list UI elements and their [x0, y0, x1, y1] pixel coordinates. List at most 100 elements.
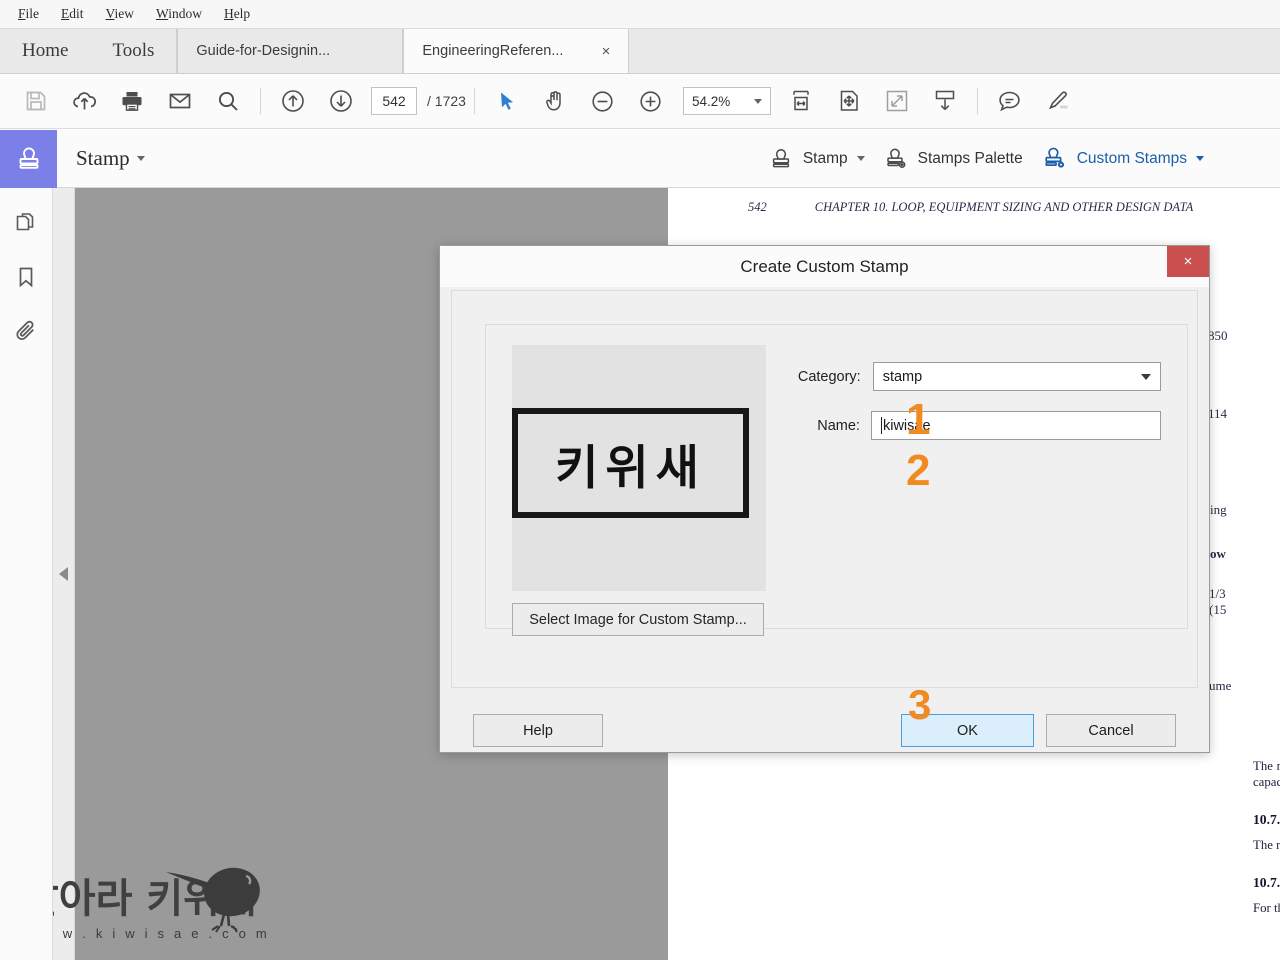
attachment-icon[interactable]: [9, 314, 43, 348]
document-tab-guide[interactable]: Guide-for-Designin...: [177, 29, 404, 73]
comment-icon[interactable]: [986, 80, 1034, 122]
bookmark-icon[interactable]: [9, 260, 43, 294]
toolbar-divider-3: [976, 88, 978, 114]
full-screen-icon[interactable]: [873, 80, 921, 122]
email-icon[interactable]: [156, 80, 204, 122]
menu-item-edit[interactable]: Edit: [51, 3, 94, 25]
stamps-palette-button[interactable]: Stamps Palette: [883, 146, 1023, 172]
stamp-preview: 키위새: [512, 345, 766, 591]
zoom-level-value: 54.2%: [691, 93, 731, 109]
create-custom-stamp-dialog: Create Custom Stamp × 키위새 Select Image f…: [439, 245, 1210, 753]
text-caret: [880, 417, 882, 434]
page-number-value: 542: [382, 93, 406, 109]
fit-width-icon[interactable]: [777, 80, 825, 122]
document-tab-label: Guide-for-Designin...: [196, 43, 331, 59]
chevron-down-icon: [753, 98, 762, 104]
custom-stamps-button[interactable]: Custom Stamps: [1041, 145, 1204, 172]
nav-button-tools[interactable]: Tools: [90, 29, 177, 73]
page-total-label: / 1723: [427, 93, 466, 109]
doc-paragraph: For the heat pump the resistive defrost …: [1253, 900, 1280, 916]
zoom-out-icon[interactable]: [579, 80, 627, 122]
stamp-preview-image: 키위새: [512, 408, 749, 518]
stamp-tool-icon[interactable]: [0, 129, 57, 188]
toolbar-divider: [260, 88, 261, 114]
doc-paragraph-text: The rated total cooling capacity, low sp…: [1253, 759, 1280, 790]
stamp-actions: Stamp Stamps Palette Custom Stamps: [768, 145, 1280, 172]
chevron-down-icon: [1141, 373, 1151, 380]
chevron-down-icon: [136, 156, 145, 161]
menu-item-file[interactable]: File: [8, 3, 49, 25]
document-tab-engineering-reference[interactable]: EngineeringReferen... ×: [403, 29, 630, 73]
text-fragment: ume: [1209, 678, 1232, 693]
page-number-label: 542: [748, 200, 767, 214]
zoom-in-icon[interactable]: [627, 80, 675, 122]
search-icon[interactable]: [204, 80, 252, 122]
chevron-down-icon: [1196, 156, 1204, 161]
text-fragment: ing: [1210, 502, 1227, 517]
page-number-input[interactable]: 542: [371, 87, 417, 115]
text-fragment: ow: [1210, 546, 1226, 561]
stamp-panel-title[interactable]: Stamp: [76, 146, 145, 171]
toolbar-divider-2: [473, 88, 475, 114]
doc-heading-number: 10.7.12.16: [1253, 875, 1280, 890]
stamp-button[interactable]: Stamp: [768, 146, 865, 172]
name-value: kiwisae: [882, 417, 931, 434]
menu-item-window[interactable]: Window: [146, 3, 212, 25]
stamp-preview-text: 키위새: [555, 440, 706, 496]
custom-stamps-label: Custom Stamps: [1076, 149, 1187, 167]
text-fragment: 114: [1208, 406, 1228, 421]
select-image-button[interactable]: Select Image for Custom Stamp...: [512, 603, 764, 636]
page-running-head: 542 CHAPTER 10. LOOP, EQUIPMENT SIZING A…: [668, 200, 1280, 215]
close-icon[interactable]: ×: [602, 43, 611, 60]
text-fragment: 1/3: [1209, 586, 1226, 601]
document-tab-label: EngineeringReferen...: [422, 43, 564, 59]
category-value: stamp: [882, 368, 923, 385]
close-icon[interactable]: ×: [1167, 246, 1209, 277]
pdf-reader-window: File Edit View Window Help Home Tools Gu…: [0, 0, 1280, 960]
doc-heading-number: 10.7.12.15: [1253, 812, 1280, 827]
tab-strip: Home Tools Guide-for-Designin... Enginee…: [0, 29, 1280, 74]
page-thumbnails-icon[interactable]: [9, 206, 43, 240]
stamps-palette-label: Stamps Palette: [917, 149, 1023, 167]
dialog-body: 키위새 Select Image for Custom Stamp... Cat…: [440, 287, 1209, 752]
menu-bar: File Edit View Window Help: [0, 0, 1280, 29]
menu-item-help[interactable]: Help: [214, 3, 260, 25]
print-icon[interactable]: [108, 80, 156, 122]
dialog-outer-panel: 키위새 Select Image for Custom Stamp... Cat…: [451, 290, 1198, 688]
dialog-inner-panel: 키위새 Select Image for Custom Stamp... Cat…: [485, 324, 1188, 636]
save-icon[interactable]: [12, 80, 60, 122]
name-field-row: Name: kiwisae: [776, 411, 1161, 440]
doc-paragraph-text: For the heat pump the resistive defrost …: [1253, 901, 1280, 915]
cancel-button[interactable]: Cancel: [1046, 714, 1176, 747]
cursor-arrow-icon[interactable]: [483, 80, 531, 122]
arrow-down-circle-icon[interactable]: [317, 80, 365, 122]
nav-button-home[interactable]: Home: [0, 29, 91, 73]
help-button[interactable]: Help: [473, 714, 603, 747]
download-icon[interactable]: [921, 80, 969, 122]
fit-page-icon[interactable]: [825, 80, 873, 122]
doc-paragraph: The rated sensible heat ratio, low speed…: [1253, 837, 1280, 853]
chapter-title-label: CHAPTER 10. LOOP, EQUIPMENT SIZING AND O…: [814, 200, 1194, 214]
highlighter-icon[interactable]: [1034, 80, 1082, 122]
text-fragment: (15: [1209, 602, 1227, 617]
main-toolbar: 542 / 1723 54.2%: [0, 74, 1280, 129]
arrow-up-circle-icon[interactable]: [269, 80, 317, 122]
stamp-button-label: Stamp: [802, 149, 848, 167]
zoom-level-select[interactable]: 54.2%: [682, 87, 771, 115]
stamp-toolbar: Stamp Stamp Stamps Palette Custom Stamps: [0, 129, 1280, 188]
category-select[interactable]: stamp: [872, 362, 1161, 391]
left-navigation-rail: [0, 188, 53, 960]
doc-heading: 10.7.12.16Resistive Defrost Heater Capac…: [1253, 875, 1280, 891]
doc-paragraph: The rated total cooling capacity, low sp…: [1253, 758, 1280, 791]
panel-collapse-handle[interactable]: [53, 188, 75, 960]
collapse-left-arrow-icon: [59, 567, 68, 581]
category-label: Category:: [797, 368, 861, 385]
hand-pan-icon[interactable]: [531, 80, 579, 122]
text-fragment: 850: [1208, 328, 1228, 343]
menu-item-view[interactable]: View: [96, 3, 144, 25]
chevron-down-icon: [856, 156, 865, 161]
category-field-row: Category: stamp: [776, 362, 1161, 391]
ok-button[interactable]: OK: [901, 714, 1034, 747]
name-input[interactable]: kiwisae: [870, 411, 1161, 440]
upload-cloud-icon[interactable]: [60, 80, 108, 122]
